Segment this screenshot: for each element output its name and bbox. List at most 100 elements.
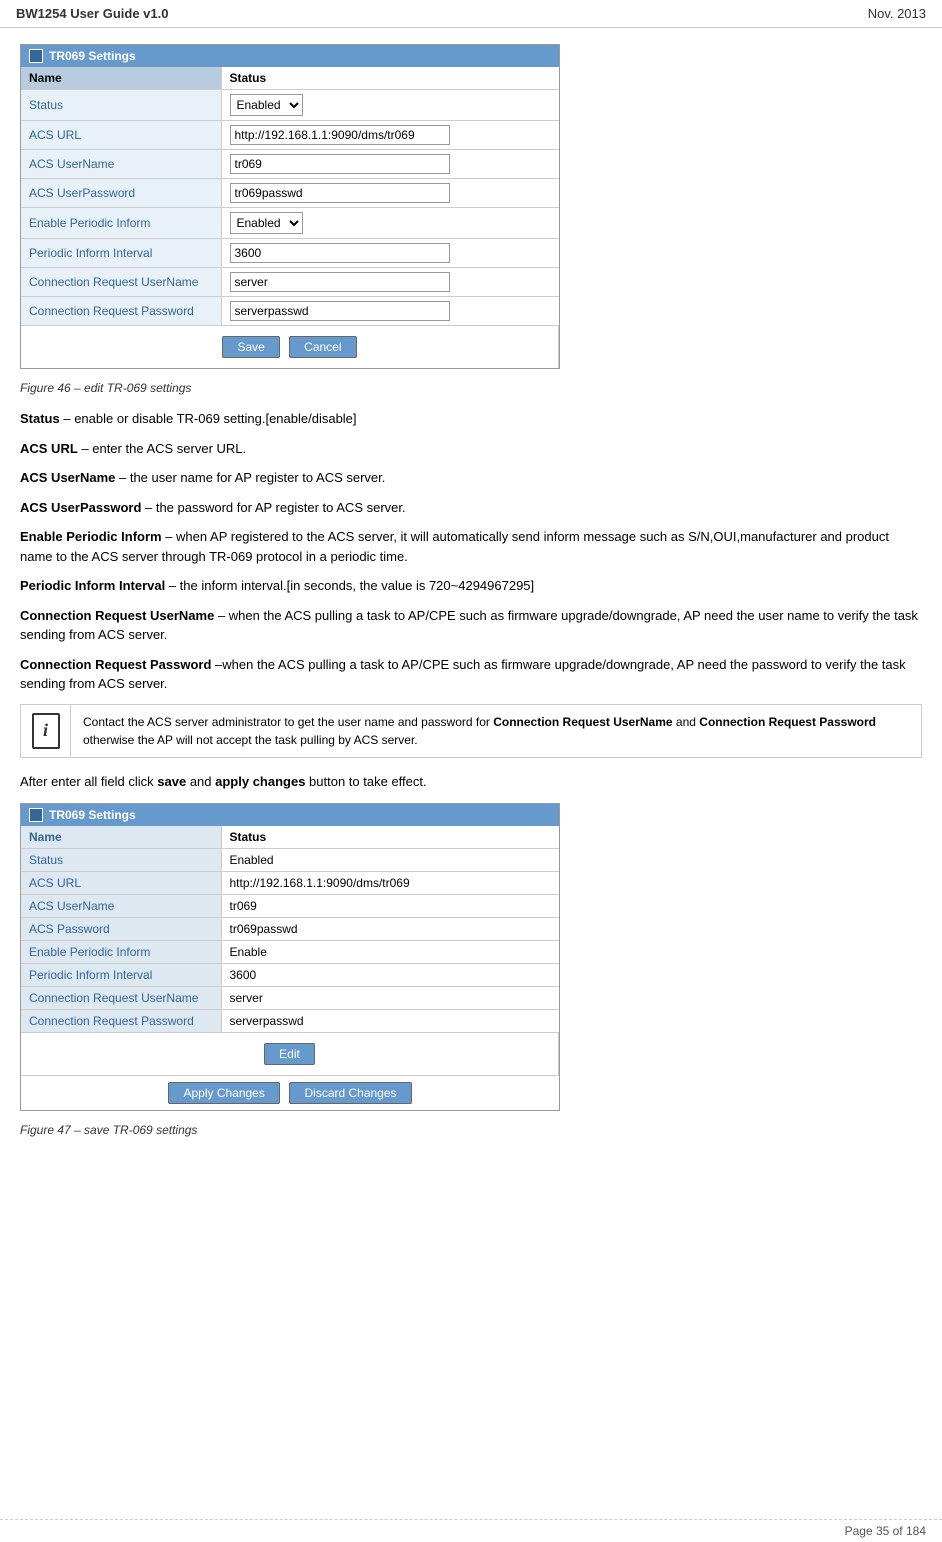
table-header-row: Name Status	[21, 67, 559, 90]
discard-changes-button[interactable]: Discard Changes	[289, 1082, 411, 1104]
enable-periodic-select[interactable]: Enabled Disabled	[230, 212, 303, 234]
view-settings-box: TR069 Settings Name Status Status Enable…	[20, 803, 560, 1111]
view-row-value-enable-periodic: Enable	[221, 941, 559, 964]
view-row-value-conn-username: server	[221, 987, 559, 1010]
desc-conn-password-label: Connection Request Password	[20, 657, 211, 672]
note-text: Contact the ACS server administrator to …	[71, 705, 921, 757]
doc-date: Nov. 2013	[868, 6, 926, 21]
row-value-conn-password	[221, 297, 559, 326]
view-row-value-status: Enabled	[221, 849, 559, 872]
row-value-acs-url	[221, 121, 559, 150]
desc-status: Status – enable or disable TR-069 settin…	[20, 409, 922, 429]
desc-conn-username-label: Connection Request UserName	[20, 608, 214, 623]
edit-button[interactable]: Edit	[264, 1043, 315, 1065]
desc-acs-username-label: ACS UserName	[20, 470, 115, 485]
cancel-button[interactable]: Cancel	[289, 336, 356, 358]
edit-form-btn-row: Save Cancel	[29, 330, 550, 364]
view-row-label-conn-password: Connection Request Password	[21, 1010, 221, 1033]
conn-username-input[interactable]	[230, 272, 450, 292]
row-value-acs-username	[221, 150, 559, 179]
note-conn-username-bold: Connection Request UserName	[493, 715, 672, 729]
after-enter-and: and	[186, 774, 215, 789]
note-icon-col: i	[21, 705, 71, 757]
apply-discard-btn-row: Apply Changes Discard Changes	[21, 1075, 559, 1110]
info-icon: i	[32, 713, 60, 749]
btn-cell: Save Cancel	[21, 326, 559, 369]
view-row-label-acs-password: ACS Password	[21, 918, 221, 941]
edit-settings-table: Name Status Status Enabled Disabled ACS …	[21, 67, 559, 368]
row-label-acs-password: ACS UserPassword	[21, 179, 221, 208]
view-row-label-acs-url: ACS URL	[21, 872, 221, 895]
desc-enable-periodic: Enable Periodic Inform – when AP registe…	[20, 527, 922, 566]
desc-periodic-interval: Periodic Inform Interval – the inform in…	[20, 576, 922, 596]
view-row-value-acs-url: http://192.168.1.1:9090/dms/tr069	[221, 872, 559, 895]
view-row-label-periodic-interval: Periodic Inform Interval	[21, 964, 221, 987]
desc-periodic-interval-label: Periodic Inform Interval	[20, 578, 165, 593]
page-footer: Page 35 of 184	[0, 1519, 942, 1542]
col2-header: Status	[221, 67, 559, 90]
status-select[interactable]: Enabled Disabled	[230, 94, 303, 116]
view-row-label-acs-username: ACS UserName	[21, 895, 221, 918]
table-row: ACS UserName tr069	[21, 895, 559, 918]
desc-acs-username: ACS UserName – the user name for AP regi…	[20, 468, 922, 488]
table-row: Status Enabled	[21, 849, 559, 872]
table-row: ACS UserPassword	[21, 179, 559, 208]
view-row-label-enable-periodic: Enable Periodic Inform	[21, 941, 221, 964]
view-table-header-row: Name Status	[21, 826, 559, 849]
view-row-label-status: Status	[21, 849, 221, 872]
note-conn-password-bold: Connection Request Password	[699, 715, 876, 729]
table-row: ACS URL http://192.168.1.1:9090/dms/tr06…	[21, 872, 559, 895]
save-button[interactable]: Save	[222, 336, 279, 358]
view-col1-header: Name	[21, 826, 221, 849]
row-label-periodic-interval: Periodic Inform Interval	[21, 239, 221, 268]
page-number: Page 35 of 184	[845, 1524, 926, 1538]
desc-acs-url-label: ACS URL	[20, 441, 78, 456]
col1-header: Name	[21, 67, 221, 90]
row-value-enable-periodic: Enabled Disabled	[221, 208, 559, 239]
view-row-value-acs-password: tr069passwd	[221, 918, 559, 941]
acs-url-input[interactable]	[230, 125, 450, 145]
table-row: Connection Request Password serverpasswd	[21, 1010, 559, 1033]
view-settings-title-label: TR069 Settings	[49, 808, 136, 822]
table-row: Status Enabled Disabled	[21, 90, 559, 121]
desc-status-label: Status	[20, 411, 60, 426]
desc-acs-password: ACS UserPassword – the password for AP r…	[20, 498, 922, 518]
doc-title: BW1254 User Guide v1.0	[16, 6, 168, 21]
row-value-conn-username	[221, 268, 559, 297]
table-row-buttons: Save Cancel	[21, 326, 559, 369]
main-content: TR069 Settings Name Status Status Enable…	[0, 28, 942, 1167]
acs-password-input[interactable]	[230, 183, 450, 203]
desc-periodic-interval-text: – the inform interval.[in seconds, the v…	[165, 578, 534, 593]
acs-username-input[interactable]	[230, 154, 450, 174]
row-label-acs-username: ACS UserName	[21, 150, 221, 179]
desc-enable-periodic-label: Enable Periodic Inform	[20, 529, 162, 544]
table-row: Enable Periodic Inform Enabled Disabled	[21, 208, 559, 239]
desc-acs-password-text: – the password for AP register to ACS se…	[141, 500, 405, 515]
edit-btn-cell: Edit	[21, 1033, 559, 1076]
desc-acs-password-label: ACS UserPassword	[20, 500, 141, 515]
view-row-value-periodic-interval: 3600	[221, 964, 559, 987]
table-row: Connection Request Password	[21, 297, 559, 326]
table-row: Connection Request UserName server	[21, 987, 559, 1010]
conn-password-input[interactable]	[230, 301, 450, 321]
edit-settings-title-label: TR069 Settings	[49, 49, 136, 63]
figure47-caption: Figure 47 – save TR-069 settings	[20, 1123, 922, 1137]
desc-status-text: – enable or disable TR-069 setting.[enab…	[60, 411, 357, 426]
row-label-conn-password: Connection Request Password	[21, 297, 221, 326]
figure46-caption: Figure 46 – edit TR-069 settings	[20, 381, 922, 395]
apply-changes-button[interactable]: Apply Changes	[168, 1082, 279, 1104]
after-enter-text: After enter all field click save and app…	[20, 772, 922, 792]
desc-conn-username: Connection Request UserName – when the A…	[20, 606, 922, 645]
desc-acs-url: ACS URL – enter the ACS server URL.	[20, 439, 922, 459]
view-row-value-acs-username: tr069	[221, 895, 559, 918]
row-label-conn-username: Connection Request UserName	[21, 268, 221, 297]
periodic-interval-input[interactable]	[230, 243, 450, 263]
view-settings-title: TR069 Settings	[21, 804, 559, 826]
view-settings-table: Name Status Status Enabled ACS URL http:…	[21, 826, 559, 1075]
row-value-acs-password	[221, 179, 559, 208]
settings-box-icon	[29, 49, 43, 63]
table-row: ACS URL	[21, 121, 559, 150]
table-row: Connection Request UserName	[21, 268, 559, 297]
row-label-enable-periodic: Enable Periodic Inform	[21, 208, 221, 239]
note-box: i Contact the ACS server administrator t…	[20, 704, 922, 758]
